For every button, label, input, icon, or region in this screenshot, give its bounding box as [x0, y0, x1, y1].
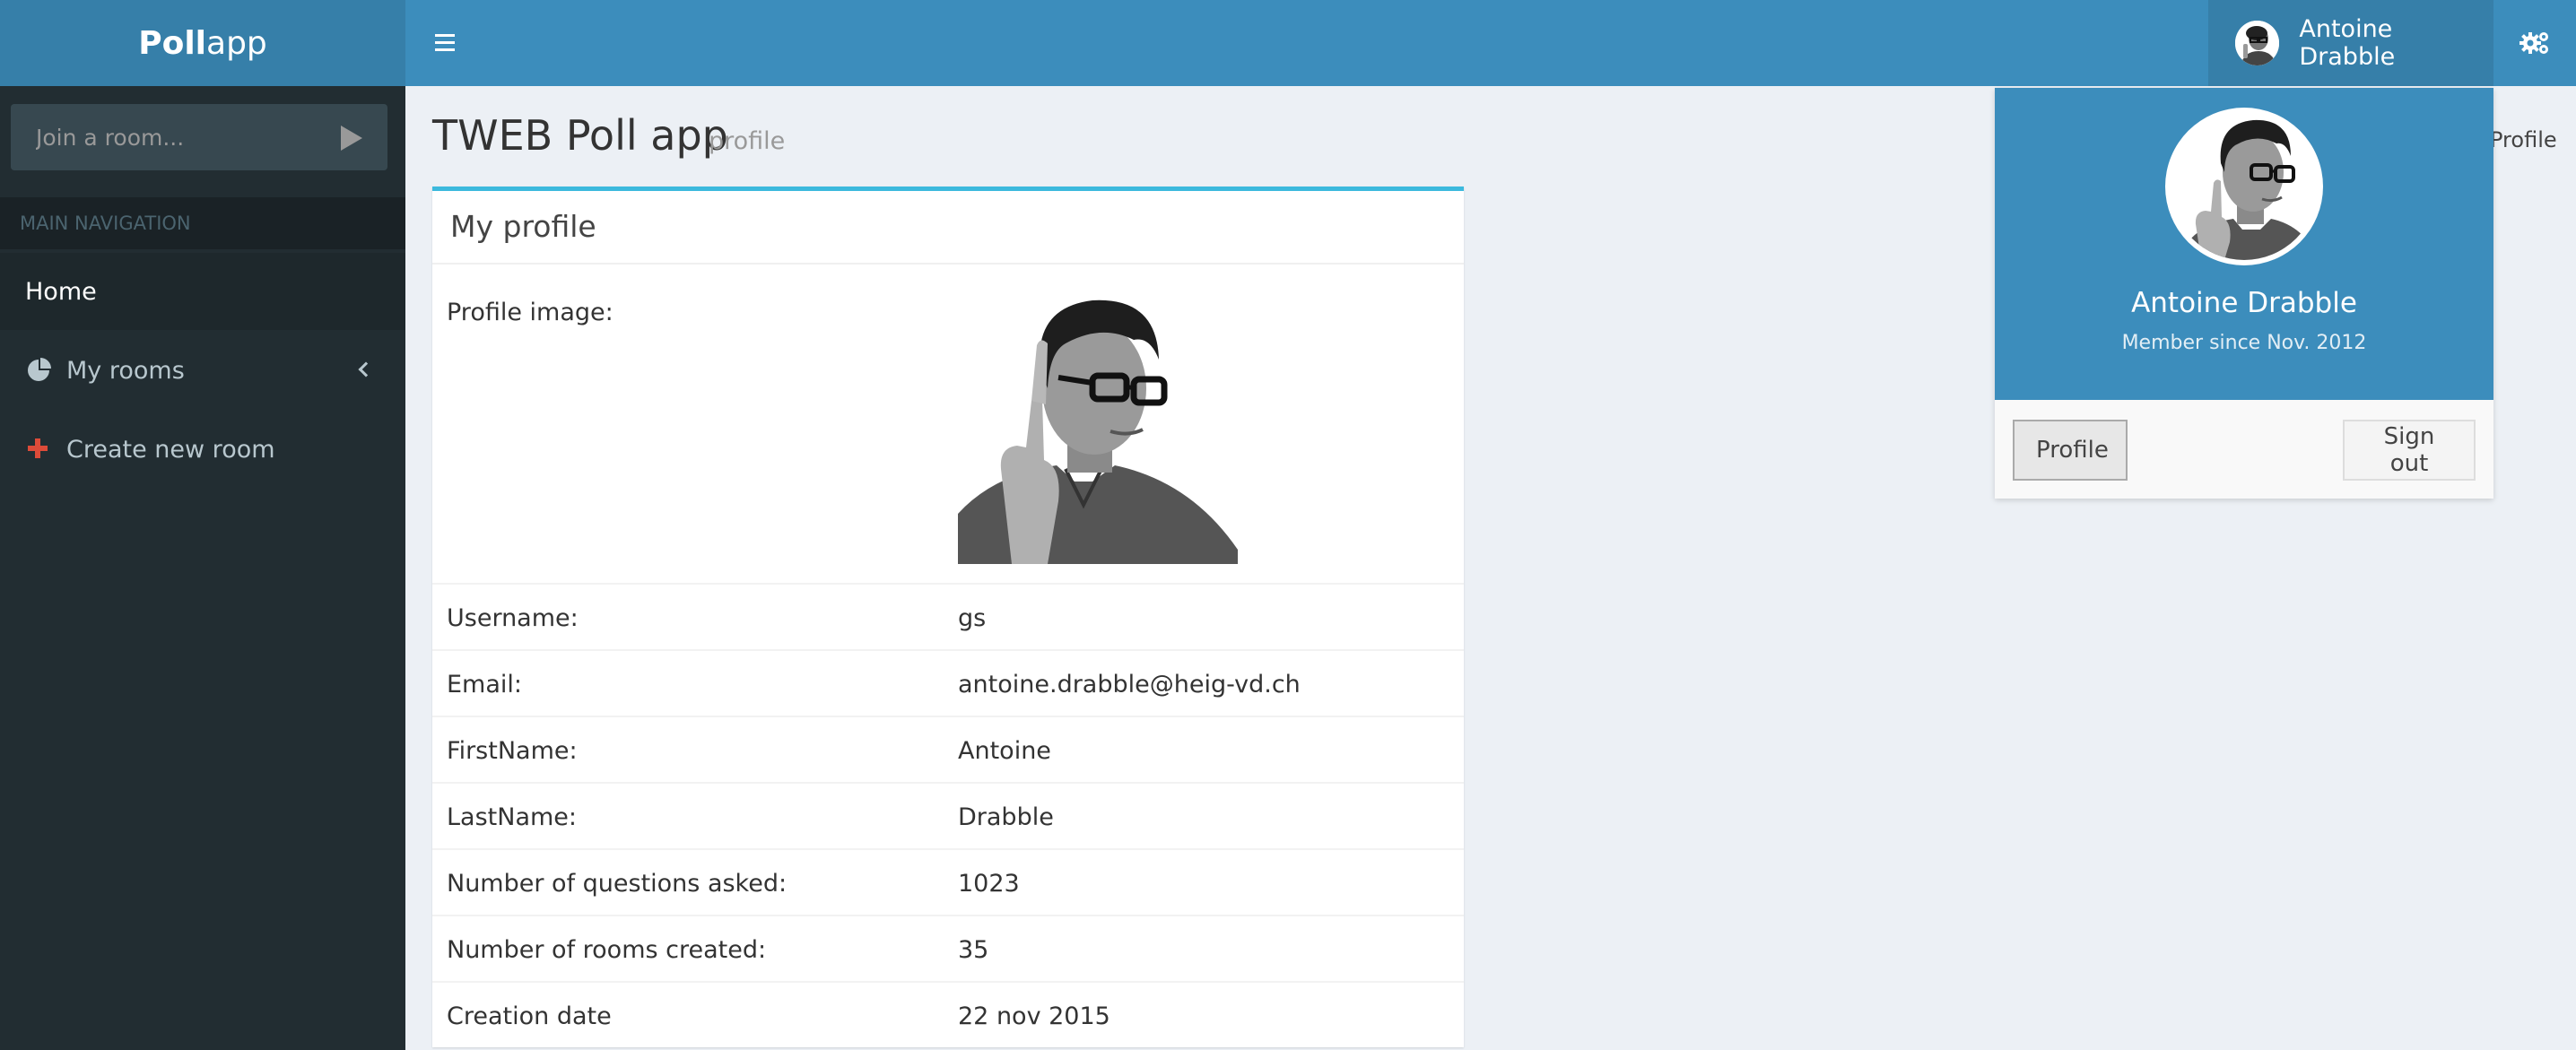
sidebar-item-label: My rooms — [66, 356, 185, 385]
join-room-form — [11, 104, 387, 170]
row-key: Email: — [447, 671, 523, 699]
row-value: antoine.drabble@heig-vd.ch — [958, 671, 1301, 699]
row-value: 22 nov 2015 — [958, 1002, 1110, 1030]
sidebar-item-label: Create new room — [66, 435, 275, 464]
row-key: LastName: — [447, 803, 577, 831]
plus-icon — [25, 436, 52, 463]
avatar — [2165, 108, 2323, 265]
logo-light: app — [206, 24, 267, 62]
user-name: Antoine Drabble — [2299, 15, 2396, 71]
play-icon[interactable] — [341, 126, 362, 151]
row-key: Username: — [447, 604, 579, 632]
sidebar-item-create-room[interactable]: Create new room — [0, 411, 405, 488]
avatar — [2235, 21, 2280, 65]
page-title: TWEB Poll app — [432, 111, 728, 160]
box-title: My profile — [432, 191, 1464, 265]
row-key: Number of questions asked: — [447, 870, 788, 898]
row-key: FirstName: — [447, 737, 578, 765]
row-value: Drabble — [958, 803, 1054, 831]
user-dropdown: Antoine Drabble Member since Nov. 2012 P… — [1995, 88, 2493, 499]
table-row: Number of rooms created: 35 — [432, 915, 1464, 981]
row-value: 1023 — [958, 870, 1020, 898]
table-row: Username: gs — [432, 583, 1464, 649]
row-value: gs — [958, 604, 987, 632]
pie-chart-icon — [25, 357, 52, 384]
nav-header: MAIN NAVIGATION — [0, 197, 405, 249]
top-navbar: Antoine Drabble — [405, 0, 2576, 86]
row-value: 35 — [958, 936, 989, 964]
dropdown-user-name: Antoine Drabble — [2131, 287, 2357, 319]
sidebar-item-my-rooms[interactable]: My rooms — [0, 332, 405, 409]
row-value: Antoine — [958, 737, 1051, 765]
join-room-input[interactable] — [11, 124, 334, 151]
menu-toggle-icon[interactable] — [429, 27, 461, 59]
row-key: Number of rooms created: — [447, 936, 767, 964]
sign-out-button[interactable]: Sign out — [2343, 420, 2476, 481]
row-key: Creation date — [447, 1002, 612, 1030]
page-subtitle: profile — [709, 127, 786, 155]
profile-box: My profile Profile image: Username: gs E… — [432, 187, 1464, 1047]
app-logo[interactable]: Poll app — [0, 0, 405, 86]
gears-icon[interactable] — [2493, 0, 2576, 86]
user-menu[interactable]: Antoine Drabble — [2208, 0, 2493, 86]
profile-image-row: Profile image: — [432, 265, 1464, 583]
table-row: Email: antoine.drabble@heig-vd.ch — [432, 649, 1464, 716]
profile-image-label: Profile image: — [447, 299, 614, 326]
chevron-left-icon — [358, 361, 374, 377]
table-row: Creation date 22 nov 2015 — [432, 981, 1464, 1047]
logo-bold: Poll — [138, 24, 207, 62]
profile-button[interactable]: Profile — [2013, 420, 2128, 481]
sidebar-item-label: Home — [25, 277, 97, 306]
table-row: LastName: Drabble — [432, 782, 1464, 848]
table-row: Number of questions asked: 1023 — [432, 848, 1464, 915]
user-header: Antoine Drabble Member since Nov. 2012 — [1995, 88, 2493, 400]
breadcrumb[interactable]: Profile — [2490, 127, 2557, 152]
sidebar: MAIN NAVIGATION Home My rooms Create new… — [0, 86, 405, 1050]
table-row: FirstName: Antoine — [432, 716, 1464, 782]
member-since: Member since Nov. 2012 — [2121, 332, 2367, 354]
profile-image — [958, 290, 1238, 564]
sidebar-item-home[interactable]: Home — [0, 253, 405, 330]
